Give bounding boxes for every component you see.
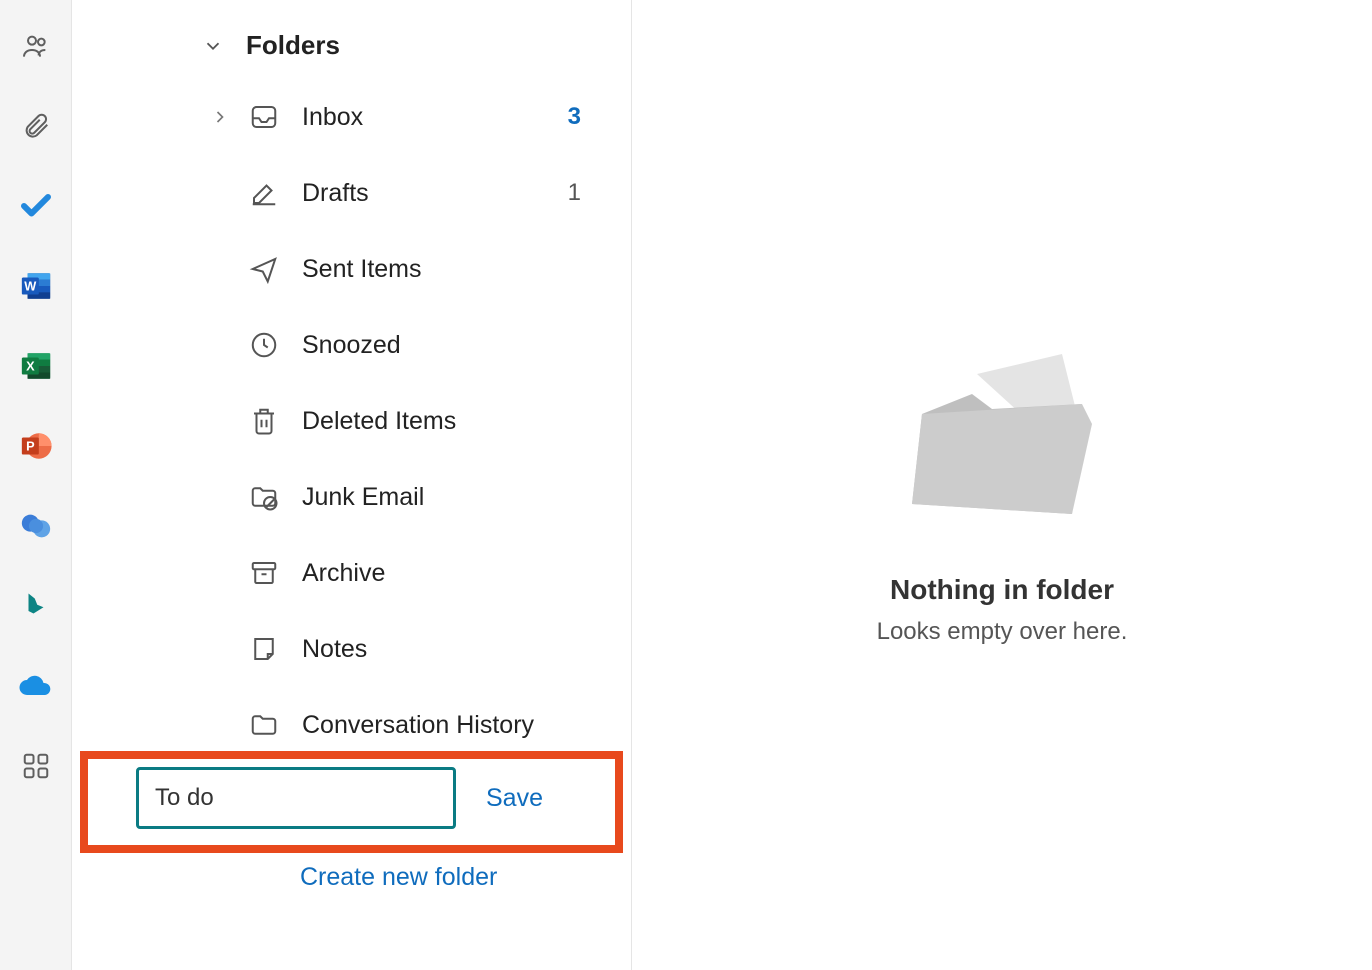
svg-text:W: W — [24, 278, 37, 293]
folder-count: 3 — [568, 103, 581, 131]
app-rail: W X P — [0, 0, 72, 970]
folder-count: 1 — [568, 179, 581, 207]
folder-archive[interactable]: Archive — [72, 535, 631, 611]
folder-list: Inbox 3 Drafts 1 Sent Items Snoozed — [72, 79, 631, 892]
folder-junk[interactable]: Junk Email — [72, 459, 631, 535]
inbox-icon — [248, 101, 280, 133]
folder-notes[interactable]: Notes — [72, 611, 631, 687]
onedrive-icon[interactable] — [18, 668, 54, 704]
folder-conversation-history[interactable]: Conversation History — [72, 687, 631, 751]
folder-label: Deleted Items — [302, 407, 591, 436]
content-pane: Nothing in folder Looks empty over here. — [632, 0, 1372, 970]
save-button[interactable]: Save — [486, 784, 543, 813]
folder-label: Notes — [302, 635, 591, 664]
word-icon[interactable]: W — [18, 268, 54, 304]
svg-text:X: X — [26, 358, 35, 373]
folder-pane: Folders Inbox 3 Drafts 1 Sent Items — [72, 0, 632, 970]
folder-label: Sent Items — [302, 255, 591, 284]
folder-label: Inbox — [302, 103, 546, 132]
folder-label: Conversation History — [302, 711, 591, 740]
empty-state-title: Nothing in folder — [890, 574, 1114, 606]
new-folder-highlight: Save — [80, 751, 623, 853]
folders-header[interactable]: Folders — [72, 12, 631, 79]
snoozed-icon — [248, 329, 280, 361]
folder-label: Snoozed — [302, 331, 591, 360]
chevron-down-icon — [202, 35, 224, 57]
bing-icon[interactable] — [18, 588, 54, 624]
attachments-icon[interactable] — [18, 108, 54, 144]
notes-icon — [248, 633, 280, 665]
folder-drafts[interactable]: Drafts 1 — [72, 155, 631, 231]
viva-icon[interactable] — [18, 508, 54, 544]
new-folder-input[interactable] — [136, 767, 456, 829]
folder-label: Archive — [302, 559, 591, 588]
sent-icon — [248, 253, 280, 285]
folder-label: Drafts — [302, 179, 546, 208]
folder-sent[interactable]: Sent Items — [72, 231, 631, 307]
excel-icon[interactable]: X — [18, 348, 54, 384]
folder-deleted[interactable]: Deleted Items — [72, 383, 631, 459]
folder-label: Junk Email — [302, 483, 591, 512]
folder-inbox[interactable]: Inbox 3 — [72, 79, 631, 155]
empty-state-subtitle: Looks empty over here. — [877, 618, 1128, 646]
empty-folder-illustration — [882, 324, 1122, 544]
drafts-icon — [248, 177, 280, 209]
new-folder-row: Save — [136, 767, 597, 829]
chevron-right-icon[interactable] — [206, 103, 234, 131]
junk-icon — [248, 481, 280, 513]
create-new-folder-link[interactable]: Create new folder — [300, 863, 631, 892]
deleted-icon — [248, 405, 280, 437]
svg-text:P: P — [26, 438, 35, 453]
todo-icon[interactable] — [18, 188, 54, 224]
people-icon[interactable] — [18, 28, 54, 64]
apps-icon[interactable] — [18, 748, 54, 784]
archive-icon — [248, 557, 280, 589]
powerpoint-icon[interactable]: P — [18, 428, 54, 464]
folders-label: Folders — [246, 30, 340, 61]
folder-snoozed[interactable]: Snoozed — [72, 307, 631, 383]
folder-icon — [248, 709, 280, 741]
